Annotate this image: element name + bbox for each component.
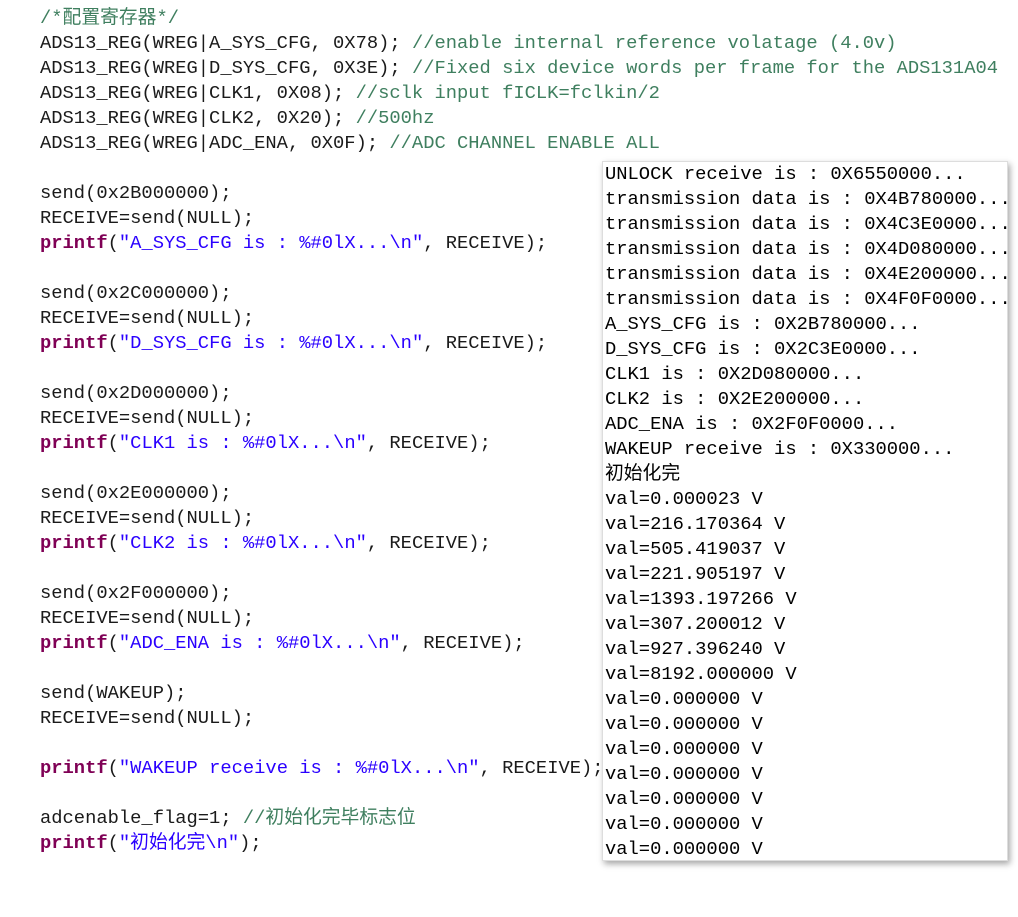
code-text: ( bbox=[107, 632, 119, 654]
console-line: val=8192.000000 V bbox=[605, 663, 797, 685]
code-keyword: printf bbox=[40, 832, 108, 854]
code-text: ( bbox=[107, 432, 119, 454]
code-text: ( bbox=[107, 532, 119, 554]
code-text: , RECEIVE); bbox=[400, 632, 525, 654]
console-line: CLK1 is : 0X2D080000... bbox=[605, 363, 865, 385]
console-line: val=0.000000 V bbox=[605, 788, 763, 810]
console-line: val=1393.197266 V bbox=[605, 588, 797, 610]
code-string: "CLK2 is : %#0lX...\n" bbox=[118, 532, 367, 554]
code-text: RECEIVE=send(NULL); bbox=[40, 307, 255, 329]
console-line: CLK2 is : 0X2E200000... bbox=[605, 388, 865, 410]
code-text: RECEIVE=send(NULL); bbox=[40, 707, 255, 729]
code-string: "CLK1 is : %#0lX...\n" bbox=[118, 432, 367, 454]
code-text: send(0x2E000000); bbox=[40, 482, 232, 504]
code-text: , RECEIVE); bbox=[479, 757, 604, 779]
code-text: ADS13_REG(WREG|CLK1, 0X08); bbox=[40, 82, 356, 104]
console-line: A_SYS_CFG is : 0X2B780000... bbox=[605, 313, 921, 335]
code-line: ADS13_REG(WREG|ADC_ENA, 0X0F); //ADC CHA… bbox=[40, 131, 998, 156]
code-keyword: printf bbox=[40, 332, 108, 354]
code-text: RECEIVE=send(NULL); bbox=[40, 507, 255, 529]
code-text: RECEIVE=send(NULL); bbox=[40, 607, 255, 629]
console-line: val=0.000023 V bbox=[605, 488, 763, 510]
code-text: ADS13_REG(WREG|A_SYS_CFG, 0X78); bbox=[40, 32, 412, 54]
code-line: /*配置寄存器*/ bbox=[40, 6, 998, 31]
code-text: , RECEIVE); bbox=[366, 532, 491, 554]
console-line: D_SYS_CFG is : 0X2C3E0000... bbox=[605, 338, 921, 360]
code-keyword: printf bbox=[40, 232, 108, 254]
console-line: transmission data is : 0X4C3E0000... bbox=[605, 213, 1011, 235]
code-text: RECEIVE=send(NULL); bbox=[40, 207, 255, 229]
console-line: val=0.000000 V bbox=[605, 763, 763, 785]
console-line: val=0.000000 V bbox=[605, 713, 763, 735]
code-comment: //Fixed six device words per frame for t… bbox=[411, 57, 999, 79]
code-keyword: printf bbox=[40, 532, 108, 554]
serial-console-output: UNLOCK receive is : 0X6550000... transmis… bbox=[602, 161, 1011, 862]
code-string: "D_SYS_CFG is : %#0lX...\n" bbox=[118, 332, 424, 354]
code-line: ADS13_REG(WREG|A_SYS_CFG, 0X78); //enabl… bbox=[40, 31, 998, 56]
console-line: WAKEUP receive is : 0X330000... bbox=[605, 438, 955, 460]
code-text: adcenable_flag=1; bbox=[40, 807, 243, 829]
console-line: val=0.000000 V bbox=[605, 688, 763, 710]
code-text: ADS13_REG(WREG|ADC_ENA, 0X0F); bbox=[40, 132, 390, 154]
code-text: send(0x2B000000); bbox=[40, 182, 232, 204]
code-text: ); bbox=[239, 832, 262, 854]
console-line: val=927.396240 V bbox=[605, 638, 786, 660]
code-comment: //enable internal reference volatage (4.… bbox=[411, 32, 897, 54]
code-text: send(WAKEUP); bbox=[40, 682, 187, 704]
console-line: val=307.200012 V bbox=[605, 613, 786, 635]
code-text: send(0x2C000000); bbox=[40, 282, 232, 304]
code-text: ADS13_REG(WREG|D_SYS_CFG, 0X3E); bbox=[40, 57, 412, 79]
console-line: transmission data is : 0X4E200000... bbox=[605, 263, 1011, 285]
code-text: , RECEIVE); bbox=[423, 232, 548, 254]
console-line: transmission data is : 0X4D080000... bbox=[605, 238, 1011, 260]
code-string: "A_SYS_CFG is : %#0lX...\n" bbox=[118, 232, 424, 254]
console-lines: UNLOCK receive is : 0X6550000... transmis… bbox=[605, 162, 1011, 862]
console-line: val=0.000000 V bbox=[605, 738, 763, 760]
code-text: , RECEIVE); bbox=[423, 332, 548, 354]
code-comment: /*配置寄存器*/ bbox=[40, 7, 179, 29]
code-keyword: printf bbox=[40, 757, 108, 779]
code-comment: //ADC CHANNEL ENABLE ALL bbox=[389, 132, 660, 154]
code-keyword: printf bbox=[40, 432, 108, 454]
console-line: 初始化完 bbox=[605, 463, 681, 485]
code-string: "WAKEUP receive is : %#0lX...\n" bbox=[118, 757, 480, 779]
code-keyword: printf bbox=[40, 632, 108, 654]
code-line: ADS13_REG(WREG|CLK2, 0X20); //500hz bbox=[40, 106, 998, 131]
code-text: ( bbox=[107, 757, 119, 779]
code-string: "初始化完\n" bbox=[118, 832, 240, 854]
console-line: transmission data is : 0X4F0F0000... bbox=[605, 288, 1011, 310]
code-comment: //初始化完毕标志位 bbox=[242, 807, 416, 829]
code-text: send(0x2D000000); bbox=[40, 382, 232, 404]
code-line: ADS13_REG(WREG|D_SYS_CFG, 0X3E); //Fixed… bbox=[40, 56, 998, 81]
code-text: ( bbox=[107, 332, 119, 354]
console-line: UNLOCK receive is : 0X6550000... bbox=[605, 163, 966, 185]
console-line: val=0.000000 V bbox=[605, 813, 763, 835]
code-string: "ADC_ENA is : %#0lX...\n" bbox=[118, 632, 401, 654]
console-line: val=221.905197 V bbox=[605, 563, 786, 585]
code-text: ( bbox=[107, 832, 119, 854]
console-line: val=0.000000 V bbox=[605, 838, 763, 860]
code-text: RECEIVE=send(NULL); bbox=[40, 407, 255, 429]
console-line: val=505.419037 V bbox=[605, 538, 786, 560]
code-text: , RECEIVE); bbox=[366, 432, 491, 454]
code-comment: //500hz bbox=[355, 107, 435, 129]
code-comment: //sclk input fICLK=fclkin/2 bbox=[355, 82, 660, 104]
code-text: ADS13_REG(WREG|CLK2, 0X20); bbox=[40, 107, 356, 129]
console-line: val=216.170364 V bbox=[605, 513, 786, 535]
code-text: ( bbox=[107, 232, 119, 254]
console-line: transmission data is : 0X4B780000... bbox=[605, 188, 1011, 210]
code-line: ADS13_REG(WREG|CLK1, 0X08); //sclk input… bbox=[40, 81, 998, 106]
code-text: send(0x2F000000); bbox=[40, 582, 232, 604]
console-line: ADC_ENA is : 0X2F0F0000... bbox=[605, 413, 899, 435]
